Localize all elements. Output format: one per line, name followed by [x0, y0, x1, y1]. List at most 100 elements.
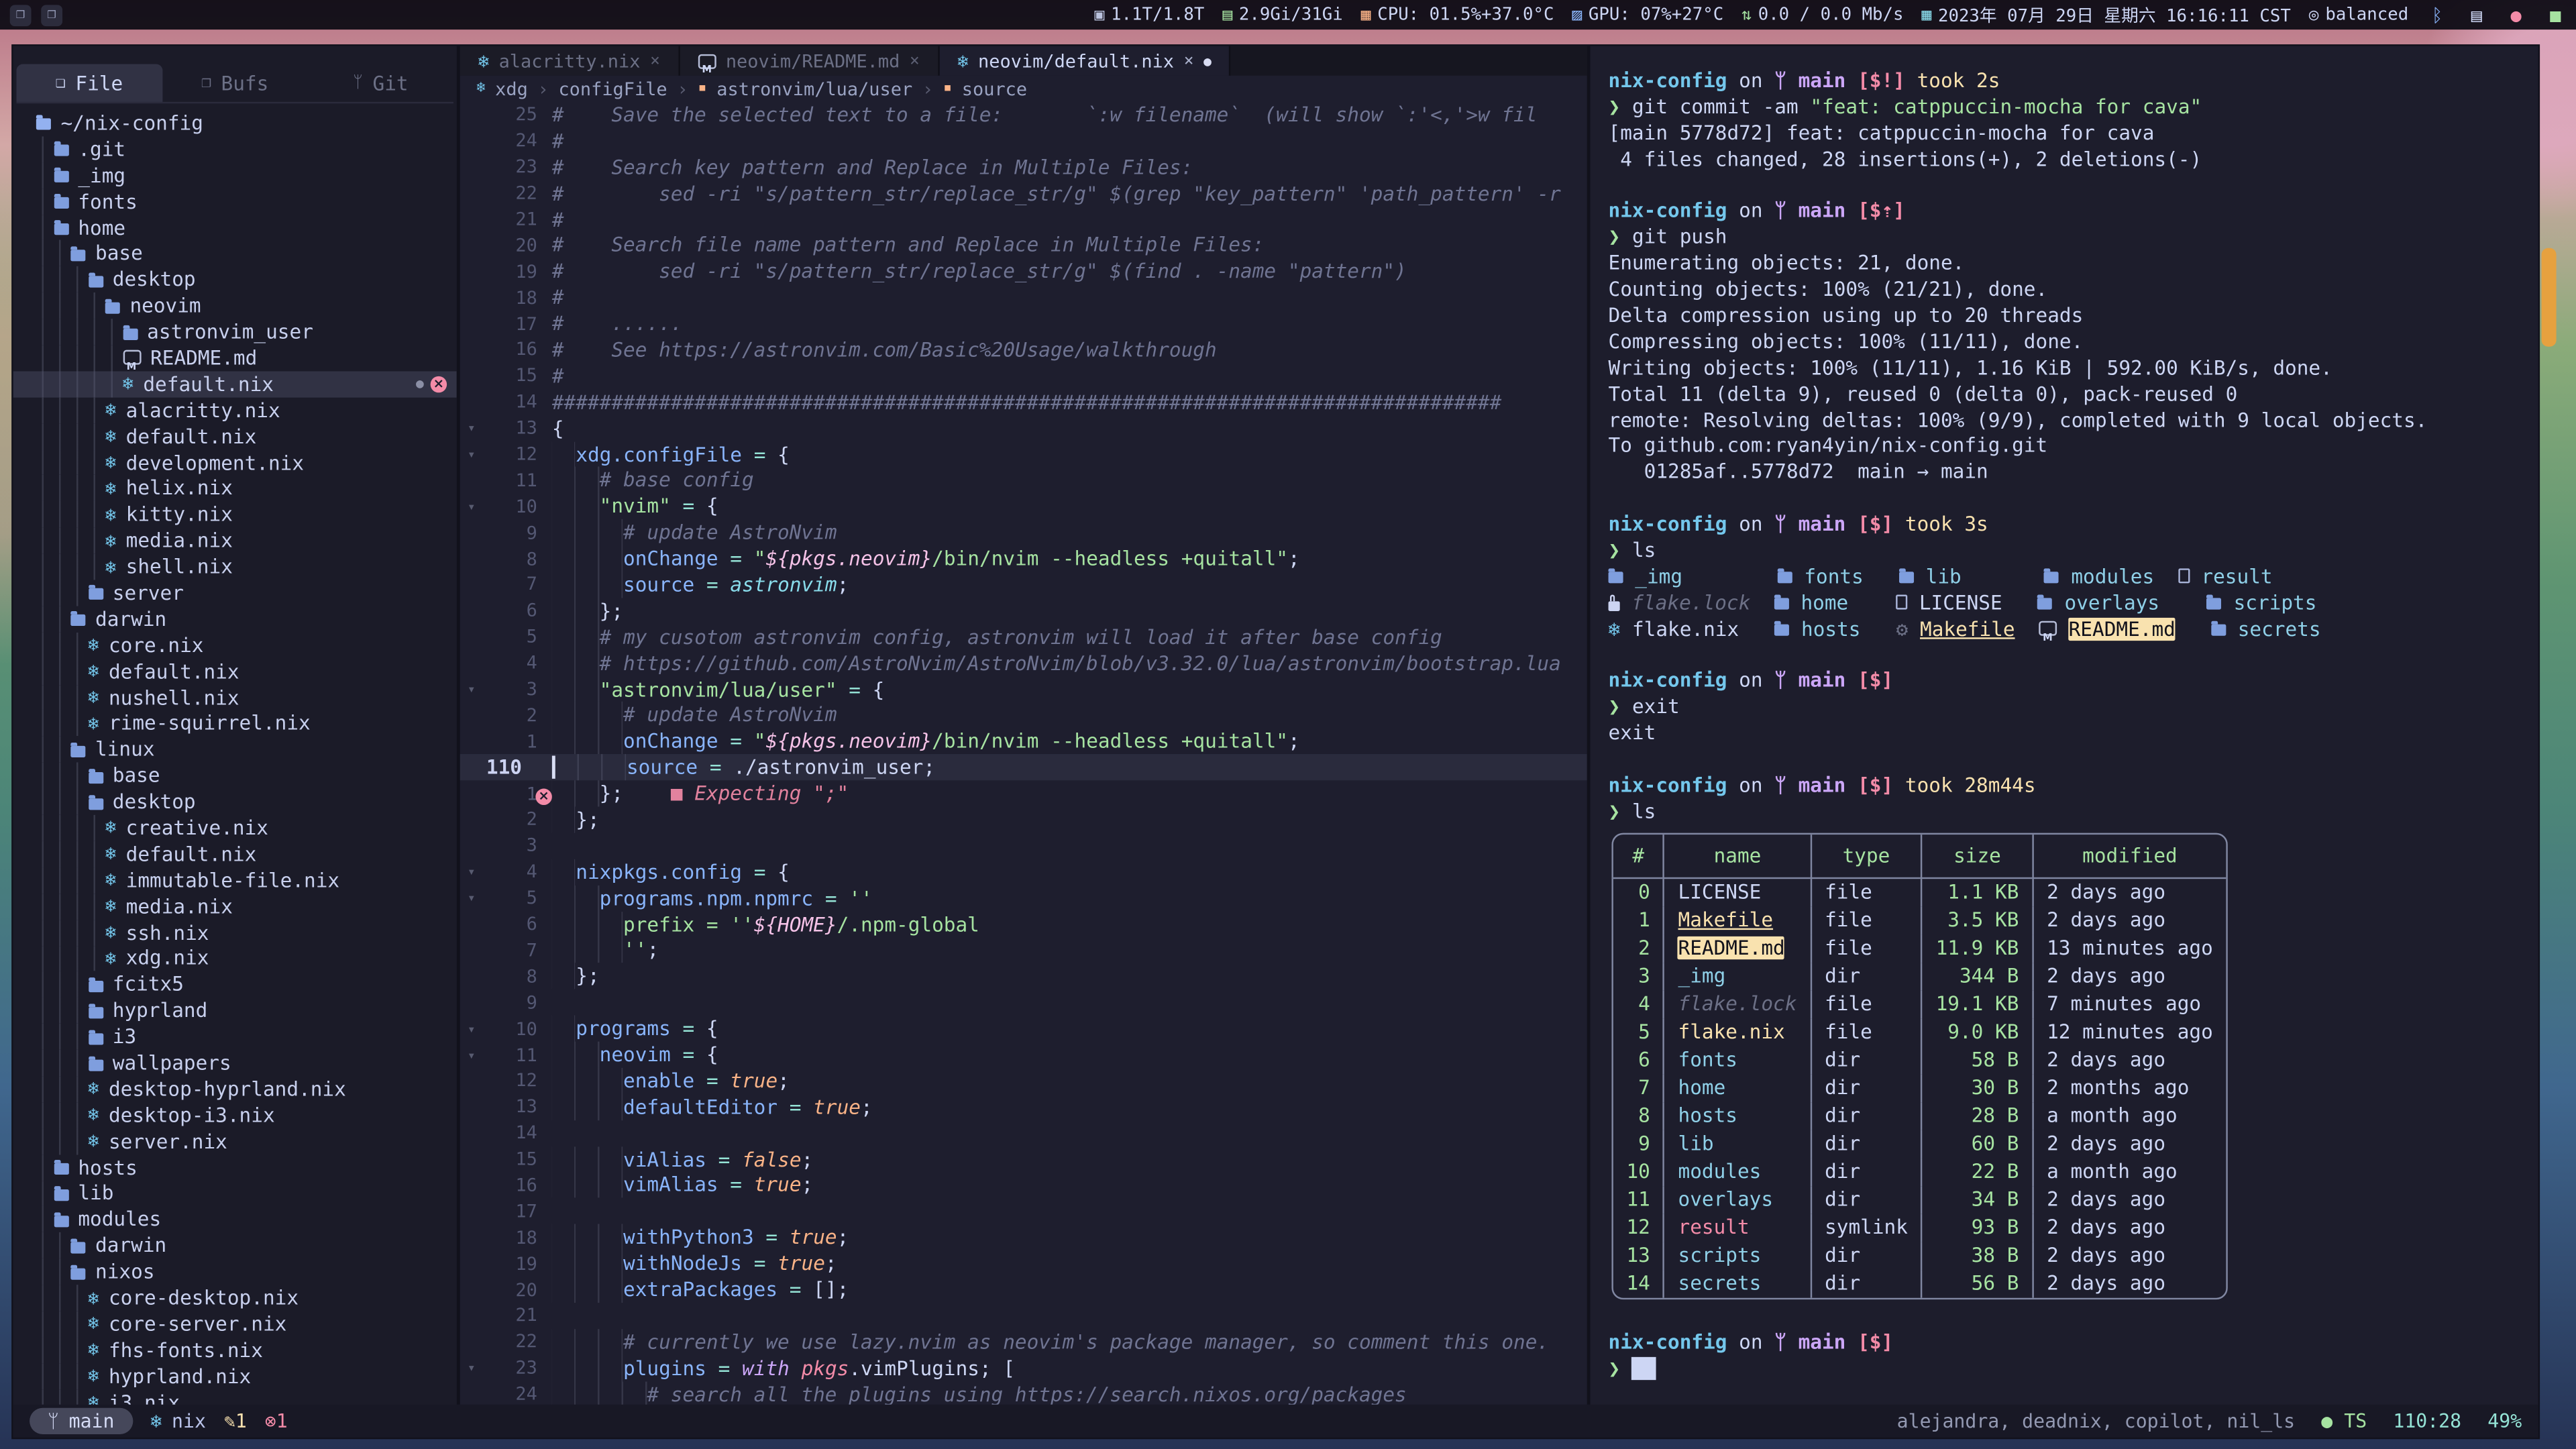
tree-item[interactable]: darwin [13, 606, 457, 632]
tree-item[interactable]: ❄creative.nix [13, 815, 457, 841]
tree-item[interactable]: ❄default.nix [13, 658, 457, 684]
code-line[interactable]: ▾10 "nvim" = { [460, 494, 1587, 520]
code-line[interactable]: 1 }; ■ Expecting ";" [460, 781, 1587, 807]
tree-item[interactable]: desktop [13, 267, 457, 293]
tree-item[interactable]: ❄xdg.nix [13, 945, 457, 971]
tree-item[interactable]: ❄desktop-i3.nix [13, 1102, 457, 1128]
terminal-pane[interactable]: nix-config on ᛘ main [$!] took 2s❯ git c… [1591, 46, 2538, 1405]
tree-item[interactable]: ❄media.nix [13, 528, 457, 554]
tree-item[interactable]: darwin [13, 1232, 457, 1258]
tree-item[interactable]: astronvim_user [13, 319, 457, 345]
code-line[interactable]: 110 source = ./astronvim_user; [460, 755, 1587, 781]
tree-item[interactable]: ❄core-server.nix [13, 1311, 457, 1337]
editor-tab[interactable]: neovim/README.md× [680, 46, 939, 76]
breadcrumb-item[interactable]: source [962, 78, 1027, 99]
code-line[interactable]: 8 }; [460, 963, 1587, 989]
code-line[interactable]: ▾13{ [460, 415, 1587, 441]
tree-item[interactable]: ~/nix-config [13, 110, 457, 136]
app-tray-icon[interactable]: ■ [2544, 4, 2566, 25]
close-icon[interactable]: × [1184, 52, 1194, 70]
code-line[interactable]: 9 [460, 989, 1587, 1016]
tree-item[interactable]: hosts [13, 1155, 457, 1181]
tree-item[interactable]: ❄immutable-file.nix [13, 867, 457, 894]
close-icon[interactable]: × [910, 52, 920, 70]
code-line[interactable]: 23# Search key pattern and Replace in Mu… [460, 154, 1587, 180]
tree-item[interactable]: home [13, 215, 457, 241]
code-line[interactable]: ▾12 xdg.configFile = { [460, 441, 1587, 468]
code-line[interactable]: 20 extraPackages = []; [460, 1277, 1587, 1303]
code-line[interactable]: 13 defaultEditor = true; [460, 1094, 1587, 1120]
code-line[interactable]: 24 # search all the plugins using https:… [460, 1381, 1587, 1405]
tree-item[interactable]: nixos [13, 1258, 457, 1285]
filetree-tab-file[interactable]: ❏File [16, 64, 162, 102]
code-line[interactable]: 2 # update AstroNvim [460, 702, 1587, 729]
code-line[interactable]: 11 # base config [460, 468, 1587, 494]
breadcrumb-item[interactable]: configFile [558, 78, 667, 99]
code-line[interactable]: ▾3 "astronvim/lua/user" = { [460, 676, 1587, 702]
code-line[interactable]: 24# [460, 128, 1587, 154]
tree-item[interactable]: ❄i3.nix [13, 1389, 457, 1405]
editor-tab[interactable]: ❄neovim/default.nix×● [939, 46, 1231, 76]
code-line[interactable]: 14######################################… [460, 389, 1587, 415]
tree-item[interactable]: ❄default.nix [13, 841, 457, 867]
code-line[interactable]: 5 # my cusotom astronvim config, astronv… [460, 624, 1587, 650]
tree-item[interactable]: .git [13, 136, 457, 162]
code-line[interactable]: 7 source = astronvim; [460, 572, 1587, 598]
code-line[interactable]: 14 [460, 1120, 1587, 1146]
tree-item[interactable]: desktop [13, 789, 457, 815]
tree-item[interactable]: ❄media.nix [13, 894, 457, 920]
tree-item[interactable]: wallpapers [13, 1050, 457, 1076]
tree-item[interactable]: ❄kitty.nix [13, 502, 457, 528]
code-line[interactable]: ▾5 programs.npm.npmrc = '' [460, 885, 1587, 911]
code-line[interactable]: ▾4 nixpkgs.config = { [460, 859, 1587, 885]
tree-item[interactable]: modules [13, 1207, 457, 1233]
window-icon[interactable]: ❐ [41, 4, 62, 25]
code-line[interactable]: ▾23 plugins = with pkgs.vimPlugins; [ [460, 1355, 1587, 1381]
filetree-items[interactable]: ~/nix-config.git_imgfontshomebasedesktop… [13, 103, 457, 1405]
code-line[interactable]: 21# [460, 207, 1587, 233]
code-line[interactable]: 9 # update AstroNvim [460, 519, 1587, 545]
tree-item[interactable]: ❄core-desktop.nix [13, 1285, 457, 1311]
close-icon[interactable]: × [650, 52, 660, 70]
code-line[interactable]: 19# sed -ri "s/pattern_str/replace_str/g… [460, 258, 1587, 284]
code-line[interactable]: 19 withNodeJs = true; [460, 1250, 1587, 1277]
tree-item[interactable]: ❄server.nix [13, 1128, 457, 1155]
tree-item[interactable]: hyprland [13, 998, 457, 1024]
filetree-tab-bufs[interactable]: ❐Bufs [162, 64, 308, 102]
editor-tab[interactable]: ❄alacritty.nix× [460, 46, 680, 76]
code-line[interactable]: 17# ...... [460, 311, 1587, 337]
code-line[interactable]: 8 onChange = "${pkgs.neovim}/bin/nvim --… [460, 545, 1587, 572]
tree-item[interactable]: ❄alacritty.nix [13, 397, 457, 423]
code-line[interactable]: 2 }; [460, 807, 1587, 833]
tree-item[interactable]: ❄hyprland.nix [13, 1363, 457, 1389]
code-line[interactable]: 6 prefix = ''${HOME}/.npm-global [460, 911, 1587, 937]
code-line[interactable]: 18 withPython3 = true; [460, 1224, 1587, 1250]
filetree-tab-git[interactable]: ᛘGit [308, 64, 453, 102]
tree-item[interactable]: ❄ssh.nix [13, 919, 457, 945]
code-line[interactable]: 6 }; [460, 598, 1587, 624]
code-line[interactable]: 17 [460, 1198, 1587, 1224]
tree-item[interactable]: lib [13, 1181, 457, 1207]
tree-item[interactable]: ❄fhs-fonts.nix [13, 1337, 457, 1363]
tree-item[interactable]: ❄development.nix [13, 449, 457, 476]
tree-item[interactable]: ❄shell.nix [13, 554, 457, 580]
code-line[interactable]: 16 vimAlias = true; [460, 1172, 1587, 1198]
tree-item[interactable]: ❄default.nix● [13, 371, 457, 397]
code-line[interactable]: ▾11 neovim = { [460, 1042, 1587, 1068]
tree-item[interactable]: neovim [13, 292, 457, 319]
bluetooth-icon[interactable]: ᛒ [2426, 4, 2448, 25]
tree-item[interactable]: ❄rime-squirrel.nix [13, 710, 457, 737]
code-line[interactable]: ▾10 programs = { [460, 1016, 1587, 1042]
code-area[interactable]: 25# Save the selected text to a file: `:… [460, 102, 1587, 1405]
code-line[interactable]: 18# [460, 284, 1587, 311]
tree-item[interactable]: _img [13, 162, 457, 189]
code-line[interactable]: 7 ''; [460, 937, 1587, 963]
tree-item[interactable]: base [13, 763, 457, 789]
code-line[interactable]: 3 [460, 833, 1587, 859]
tree-item[interactable]: fcitx5 [13, 971, 457, 998]
window-icon[interactable]: ❐ [10, 4, 32, 25]
code-line[interactable]: 15# [460, 363, 1587, 389]
code-line[interactable]: 1 onChange = "${pkgs.neovim}/bin/nvim --… [460, 729, 1587, 755]
tree-item[interactable]: ❄nushell.nix [13, 684, 457, 710]
tree-item[interactable]: ❄helix.nix [13, 476, 457, 502]
